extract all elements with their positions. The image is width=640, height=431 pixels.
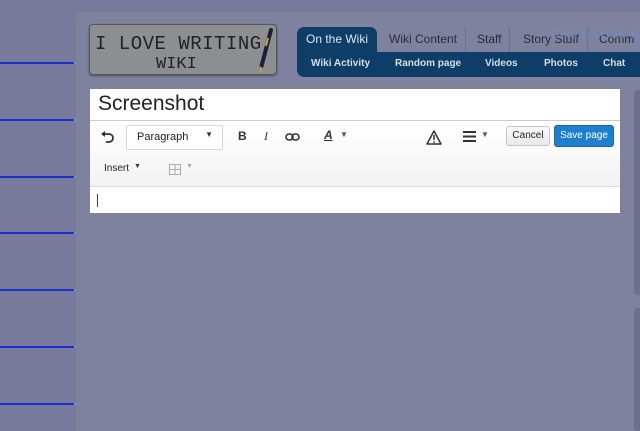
warning-icon[interactable] — [426, 130, 442, 145]
chevron-down-icon: ▼ — [340, 130, 348, 139]
text-style-button[interactable]: A — [324, 128, 333, 142]
logo-subtitle: WIKI — [156, 55, 197, 74]
paragraph-format-dropdown[interactable]: Paragraph ▼ — [126, 125, 223, 150]
subnav-wiki-activity[interactable]: Wiki Activity — [311, 52, 370, 77]
chevron-down-icon: ▼ — [186, 163, 193, 170]
subnav-videos[interactable]: Videos — [485, 52, 518, 77]
editor-toolbar: Paragraph ▼ B I A ▼ ▼ Cancel Save page I… — [90, 121, 620, 186]
chevron-down-icon: ▼ — [481, 130, 489, 139]
subnav-photos[interactable]: Photos — [544, 52, 578, 77]
tab-on-the-wiki[interactable]: On the Wiki — [297, 27, 377, 52]
paragraph-format-label: Paragraph — [137, 131, 189, 143]
text-cursor — [97, 194, 98, 207]
table-icon[interactable] — [169, 164, 181, 175]
chevron-down-icon: ▼ — [134, 163, 141, 170]
wiki-logo[interactable]: I LOVE WRITING WIKI — [89, 24, 277, 75]
cancel-button[interactable]: Cancel — [506, 126, 550, 146]
subnav: Wiki Activity Random page Videos Photos … — [297, 52, 640, 77]
editor-content-area[interactable] — [90, 186, 620, 213]
bold-button[interactable]: B — [238, 129, 247, 143]
tab-wiki-content[interactable]: Wiki Content — [381, 27, 467, 52]
page-title: Screenshot — [90, 89, 620, 121]
right-rail — [634, 90, 640, 295]
subnav-chat[interactable]: Chat — [603, 52, 625, 77]
undo-icon[interactable] — [100, 130, 114, 144]
pen-icon — [259, 28, 273, 73]
right-rail-lower — [634, 308, 640, 431]
link-icon[interactable] — [285, 131, 300, 143]
list-icon[interactable] — [463, 131, 476, 142]
save-page-button[interactable]: Save page — [554, 125, 614, 147]
logo-title: I LOVE WRITING — [95, 33, 262, 55]
subnav-random-page[interactable]: Random page — [395, 52, 461, 77]
insert-menu-button[interactable]: Insert — [104, 163, 129, 174]
tab-staff[interactable]: Staff — [469, 27, 511, 52]
italic-button[interactable]: I — [264, 129, 268, 144]
page-title-text: Screenshot — [98, 92, 205, 115]
clock-readout: 02:23:54 16 N — [552, 30, 638, 42]
visual-editor: Screenshot Paragraph ▼ B I A ▼ ▼ Cancel … — [90, 89, 620, 213]
chevron-down-icon: ▼ — [205, 130, 213, 139]
